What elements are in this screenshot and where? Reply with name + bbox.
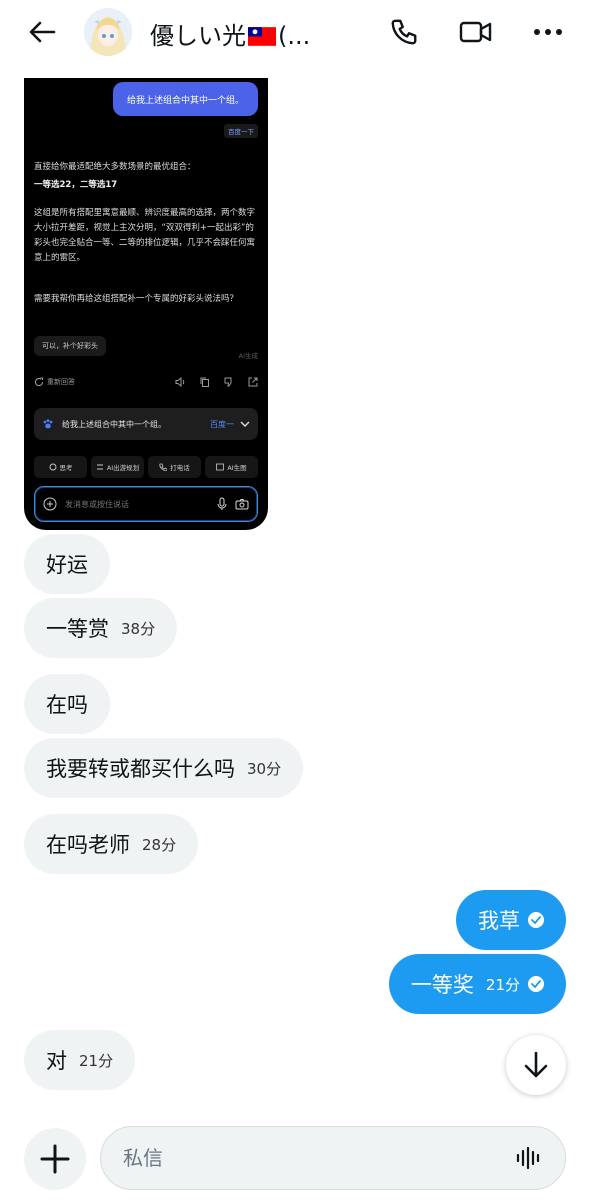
screenshot-answer-line: 直接给你最适配绝大多数场景的最优组合： — [34, 162, 196, 172]
think-icon — [49, 463, 56, 471]
message-time: 21分 — [485, 975, 520, 994]
screenshot-source-tag: 百度一下 — [224, 124, 258, 138]
image-icon — [216, 463, 225, 471]
add-attachment-button[interactable] — [24, 1128, 86, 1190]
arrow-left-icon — [29, 21, 56, 43]
screenshot-tool-label: AI出游规划 — [106, 464, 140, 472]
message-text: 我草 — [478, 909, 520, 933]
screenshot-action-icons — [175, 377, 258, 387]
screenshot-tool: 打电话 — [148, 456, 201, 478]
copy-icon — [200, 377, 209, 387]
message-bubble-outgoing[interactable]: 我草 — [456, 890, 566, 950]
message-bubble-incoming[interactable]: 一等赏 38分 — [24, 598, 178, 658]
call-button[interactable] — [386, 14, 422, 50]
taiwan-flag-icon — [248, 27, 276, 46]
screenshot-input-placeholder: 发消息或按住说话 — [65, 499, 129, 509]
screenshot-ai-mark: AI生成 — [238, 352, 258, 360]
screenshot-input-box: 发消息或按住说话 — [34, 486, 258, 522]
refresh-icon — [34, 377, 44, 387]
message-input[interactable] — [123, 1146, 515, 1170]
voice-message-button[interactable] — [515, 1144, 543, 1172]
message-text: 一等奖 — [410, 973, 474, 997]
paw-icon — [43, 419, 53, 429]
read-check-icon — [528, 912, 544, 928]
message-bubble-incoming[interactable]: 在吗 — [24, 674, 110, 734]
message-text: 对 — [46, 1049, 67, 1073]
read-check-icon — [528, 976, 544, 992]
message-bubble-incoming[interactable]: 在吗老师 28分 — [24, 814, 199, 874]
screenshot-tool-label: 打电话 — [170, 464, 190, 472]
back-button[interactable] — [24, 14, 60, 50]
screenshot-ref-source: 百度一 — [210, 419, 234, 429]
video-call-button[interactable] — [458, 14, 494, 50]
screenshot-tool: 思考 — [34, 456, 87, 478]
scroll-to-bottom-button[interactable] — [506, 1035, 566, 1095]
screenshot-regenerate: 重新回答 — [34, 377, 75, 387]
screenshot-ref-text: 给我上述组合中其中一个组。 — [62, 419, 166, 429]
display-name-suffix: (... — [278, 22, 311, 50]
plus-circle-icon — [43, 497, 57, 511]
screenshot-tool-row: 思考 AI出游规划 打电话 AI生图 — [34, 456, 258, 478]
conversation-header: 優しい光 (... — [0, 0, 590, 64]
more-horizontal-icon — [534, 29, 562, 35]
message-time: 30分 — [247, 759, 282, 778]
message-bubble-incoming[interactable]: 好运 — [24, 534, 110, 594]
audio-wave-icon — [516, 1146, 540, 1170]
anime-avatar-image — [84, 8, 132, 56]
shared-screenshot-image[interactable]: 给我上述组合中其中一个组。 百度一下 直接给你最适配绝大多数场景的最优组合： 一… — [24, 78, 268, 530]
microphone-icon — [217, 497, 227, 510]
screenshot-answer-line: 一等选22，二等选17 — [34, 180, 118, 190]
message-time: 21分 — [79, 1051, 114, 1070]
screenshot-reference-card: 给我上述组合中其中一个组。 百度一 — [34, 408, 258, 440]
screenshot-tool-label: 思考 — [59, 464, 73, 472]
screenshot-answer-line: 这组是所有搭配里寓意最顺、辨识度最高的选择，两个数字大小拉开差距，视觉上主次分明… — [34, 208, 256, 263]
message-composer — [100, 1126, 566, 1190]
avatar[interactable] — [84, 8, 132, 56]
plus-icon — [40, 1144, 70, 1174]
message-bubble-outgoing[interactable]: 一等奖 21分 — [388, 954, 566, 1014]
phone-small-icon — [159, 463, 168, 471]
phone-icon — [391, 19, 417, 45]
display-name: 優しい光 — [150, 22, 246, 50]
conversation-title[interactable]: 優しい光 (... — [150, 16, 310, 51]
chevron-down-icon — [240, 421, 250, 427]
screenshot-action-row: 重新回答 — [34, 374, 258, 390]
speaker-icon — [175, 377, 185, 387]
thumbs-down-icon — [224, 377, 232, 387]
message-bubble-incoming[interactable]: 对 21分 — [24, 1030, 136, 1090]
video-camera-icon — [459, 21, 492, 43]
screenshot-regenerate-label: 重新回答 — [47, 378, 75, 386]
screenshot-suggestion-chip: 可以，补个好彩头 — [34, 336, 106, 356]
more-button[interactable] — [530, 14, 566, 50]
share-icon — [248, 377, 258, 387]
message-text: 在吗 — [46, 693, 88, 717]
screenshot-answer-line: 需要我帮你再给这组搭配补一个专属的好彩头说法吗？ — [34, 294, 239, 304]
message-text: 好运 — [46, 553, 88, 577]
message-bubble-incoming[interactable]: 我要转或都买什么吗 30分 — [24, 738, 304, 798]
camera-icon — [235, 499, 249, 510]
message-text: 在吗老师 — [46, 833, 130, 857]
screenshot-tool: AI出游规划 — [91, 456, 144, 478]
route-icon — [96, 464, 103, 470]
arrow-down-icon — [524, 1051, 548, 1078]
message-time: 28分 — [142, 835, 177, 854]
message-text: 一等赏 — [46, 617, 109, 641]
screenshot-tool-label: AI生图 — [227, 464, 247, 472]
screenshot-user-question: 给我上述组合中其中一个组。 — [112, 82, 258, 116]
message-text: 我要转或都买什么吗 — [46, 757, 235, 781]
screenshot-tool: AI生图 — [205, 456, 258, 478]
message-time: 38分 — [121, 619, 156, 638]
